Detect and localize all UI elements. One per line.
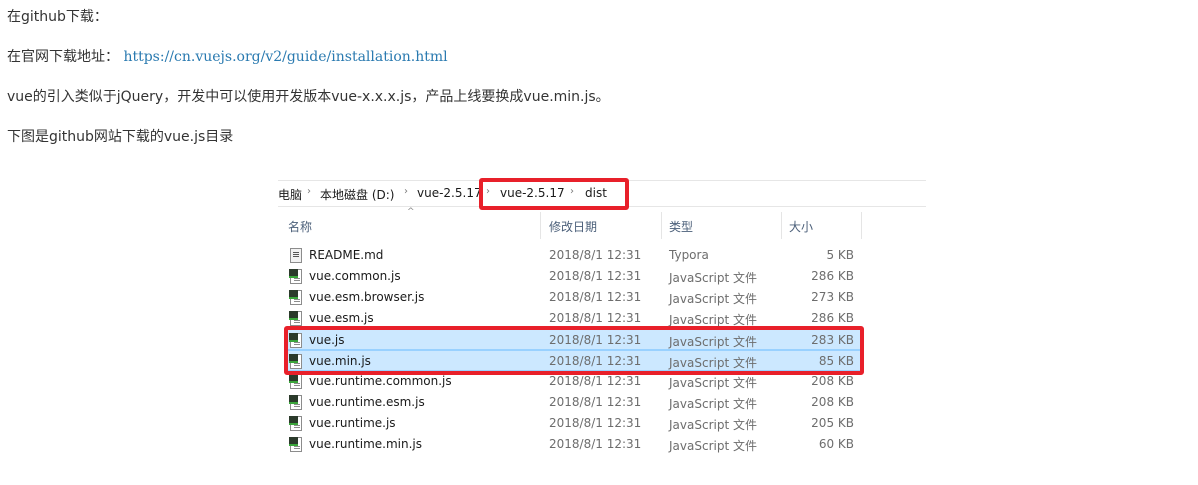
- file-date: 2018/8/1 12:31: [549, 248, 642, 262]
- breadcrumb-item-vue-outer[interactable]: vue-2.5.17: [417, 186, 482, 200]
- file-row-selected[interactable]: vue.min.js 2018/8/1 12:31 JavaScript 文件 …: [284, 350, 861, 371]
- js-file-icon: [289, 354, 302, 369]
- file-type: JavaScript 文件: [669, 271, 757, 285]
- file-size: 283 KB: [811, 333, 854, 347]
- file-name: vue.runtime.js: [309, 416, 396, 430]
- js-file-icon: [289, 437, 302, 452]
- js-file-icon: [289, 311, 302, 326]
- js-file-icon: [289, 416, 302, 431]
- file-type: Typora: [669, 248, 709, 262]
- column-header-date[interactable]: 修改日期: [549, 218, 597, 235]
- file-row[interactable]: vue.esm.browser.js 2018/8/1 12:31 JavaSc…: [284, 287, 861, 308]
- file-size: 85 KB: [818, 354, 854, 368]
- file-name: vue.common.js: [309, 269, 401, 283]
- file-row[interactable]: vue.runtime.min.js 2018/8/1 12:31 JavaSc…: [284, 434, 861, 455]
- intro-line-github: 在github下载：: [7, 9, 108, 25]
- breadcrumb-item-computer[interactable]: 电脑: [278, 186, 302, 203]
- file-type: JavaScript 文件: [669, 292, 757, 306]
- directory-caption: 下图是github网站下载的vue.js目录: [7, 129, 234, 145]
- file-type: JavaScript 文件: [669, 439, 757, 453]
- js-file-icon: [289, 290, 302, 305]
- file-type: JavaScript 文件: [669, 356, 757, 370]
- js-file-icon: [289, 395, 302, 410]
- column-header-type[interactable]: 类型: [669, 218, 693, 235]
- file-date: 2018/8/1 12:31: [549, 333, 642, 347]
- column-header-name[interactable]: 名称: [288, 218, 312, 235]
- file-type: JavaScript 文件: [669, 313, 757, 327]
- file-row[interactable]: vue.esm.js 2018/8/1 12:31 JavaScript 文件 …: [284, 308, 861, 329]
- file-size: 273 KB: [811, 290, 854, 304]
- vue-usage-note: vue的引入类似于jQuery，开发中可以使用开发版本vue-x.x.x.js，…: [7, 89, 610, 105]
- breadcrumb-item-local-disk[interactable]: 本地磁盘 (D:): [320, 186, 394, 203]
- file-name: vue.runtime.min.js: [309, 437, 423, 451]
- file-row-selected[interactable]: vue.js 2018/8/1 12:31 JavaScript 文件 283 …: [284, 329, 861, 350]
- file-row[interactable]: vue.runtime.common.js 2018/8/1 12:31 Jav…: [284, 371, 861, 392]
- file-row[interactable]: vue.common.js 2018/8/1 12:31 JavaScript …: [284, 266, 861, 287]
- file-size: 205 KB: [811, 416, 854, 430]
- file-date: 2018/8/1 12:31: [549, 437, 642, 451]
- file-type: JavaScript 文件: [669, 376, 757, 390]
- file-name: vue.esm.browser.js: [309, 290, 425, 304]
- download-address-line: 在官网下载地址： https://cn.vuejs.org/v2/guide/i…: [7, 48, 448, 66]
- breadcrumb-chevron-icon[interactable]: ›: [307, 186, 311, 197]
- column-divider[interactable]: [540, 212, 541, 239]
- breadcrumb-item-dist[interactable]: dist: [585, 186, 607, 200]
- breadcrumb-item-vue-inner[interactable]: vue-2.5.17: [500, 186, 565, 200]
- column-header-size[interactable]: 大小: [789, 218, 813, 235]
- file-type: JavaScript 文件: [669, 397, 757, 411]
- column-divider[interactable]: [781, 212, 782, 239]
- js-file-icon: [289, 269, 302, 284]
- file-date: 2018/8/1 12:31: [549, 290, 642, 304]
- file-size: 286 KB: [811, 269, 854, 283]
- file-date: 2018/8/1 12:31: [549, 311, 642, 325]
- file-date: 2018/8/1 12:31: [549, 416, 642, 430]
- file-name: vue.min.js: [309, 354, 371, 368]
- file-size: 286 KB: [811, 311, 854, 325]
- file-type: JavaScript 文件: [669, 418, 757, 432]
- js-file-icon: [289, 333, 302, 348]
- column-divider[interactable]: [861, 212, 862, 239]
- file-type: JavaScript 文件: [669, 335, 757, 349]
- sort-ascending-icon: ^: [407, 207, 415, 217]
- js-file-icon: [289, 374, 302, 389]
- file-size: 208 KB: [811, 395, 854, 409]
- file-name: README.md: [309, 248, 384, 262]
- file-size: 5 KB: [826, 248, 854, 262]
- file-row[interactable]: vue.runtime.js 2018/8/1 12:31 JavaScript…: [284, 413, 861, 434]
- file-date: 2018/8/1 12:31: [549, 395, 642, 409]
- file-name: vue.runtime.common.js: [309, 374, 452, 388]
- file-date: 2018/8/1 12:31: [549, 374, 642, 388]
- file-size: 60 KB: [818, 437, 854, 451]
- file-name: vue.js: [309, 333, 345, 347]
- file-size: 208 KB: [811, 374, 854, 388]
- file-name: vue.runtime.esm.js: [309, 395, 425, 409]
- file-explorer-window: 电脑 › 本地磁盘 (D:) › vue-2.5.17 › vue-2.5.17…: [278, 178, 928, 460]
- breadcrumb-chevron-icon[interactable]: ›: [486, 186, 490, 197]
- file-name: vue.esm.js: [309, 311, 374, 325]
- breadcrumb-chevron-icon[interactable]: ›: [404, 186, 408, 197]
- file-date: 2018/8/1 12:31: [549, 269, 642, 283]
- file-date: 2018/8/1 12:31: [549, 354, 642, 368]
- file-row[interactable]: README.md 2018/8/1 12:31 Typora 5 KB: [284, 245, 861, 266]
- vuejs-installation-link[interactable]: https://cn.vuejs.org/v2/guide/installati…: [123, 49, 447, 65]
- download-address-label: 在官网下载地址：: [7, 49, 119, 65]
- column-divider[interactable]: [661, 212, 662, 239]
- markdown-file-icon: [290, 248, 302, 263]
- file-row[interactable]: vue.runtime.esm.js 2018/8/1 12:31 JavaSc…: [284, 392, 861, 413]
- address-breadcrumb[interactable]: 电脑 › 本地磁盘 (D:) › vue-2.5.17 › vue-2.5.17…: [278, 180, 926, 207]
- breadcrumb-chevron-icon[interactable]: ›: [570, 186, 574, 197]
